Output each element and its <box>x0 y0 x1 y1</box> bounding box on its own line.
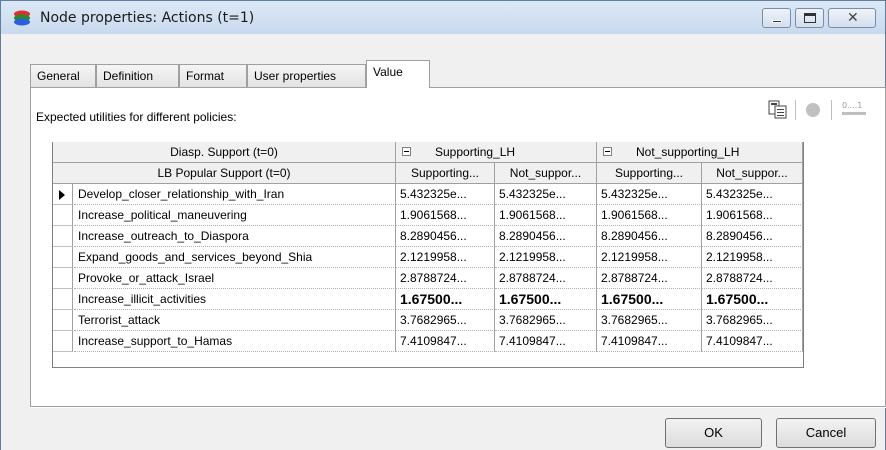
maximize-button[interactable] <box>795 8 824 28</box>
row-label[interactable]: Provoke_or_attack_Israel <box>74 268 396 289</box>
value-cell[interactable]: 5.432325e... <box>495 184 597 205</box>
value-cell[interactable]: 8.2890456... <box>597 226 702 247</box>
number-format-button[interactable]: 0....1 <box>840 98 870 120</box>
window-title: Node properties: Actions (t=1) <box>40 10 255 26</box>
tab-format[interactable]: Format <box>179 64 247 87</box>
row-selector[interactable] <box>53 289 73 310</box>
header-lb-popular-support: LB Popular Support (t=0) <box>53 163 396 184</box>
value-cell[interactable]: 7.4109847... <box>396 331 495 352</box>
header-group[interactable]: Not_supporting_LH <box>597 142 803 163</box>
row-label[interactable]: Develop_closer_relationship_with_Iran <box>74 184 396 205</box>
app-icon <box>13 10 31 26</box>
value-cell[interactable]: 1.9061568... <box>597 205 702 226</box>
tab-user-properties[interactable]: User properties <box>247 64 366 87</box>
collapse-icon[interactable] <box>402 147 411 157</box>
column-header[interactable]: Supporting... <box>597 163 702 184</box>
value-cell[interactable]: 8.2890456... <box>702 226 803 247</box>
row-label[interactable]: Terrorist_attack <box>74 310 396 331</box>
close-icon: ✕ <box>847 10 859 26</box>
footer-separator <box>30 406 886 408</box>
row-label[interactable]: Increase_political_maneuvering <box>74 205 396 226</box>
header-group-label: Not_supporting_LH <box>636 145 740 159</box>
value-cell[interactable]: 1.67500... <box>396 289 495 310</box>
circle-icon <box>806 103 820 117</box>
row-selector[interactable] <box>53 247 73 268</box>
value-cell[interactable]: 1.9061568... <box>495 205 597 226</box>
value-cell[interactable]: 8.2890456... <box>396 226 495 247</box>
value-cell[interactable]: 7.4109847... <box>495 331 597 352</box>
toolbar-separator <box>831 100 832 120</box>
value-cell[interactable]: 8.2890456... <box>495 226 597 247</box>
row-label[interactable]: Increase_outreach_to_Diaspora <box>74 226 396 247</box>
record-button[interactable] <box>802 98 824 120</box>
collapse-icon[interactable] <box>603 147 612 157</box>
header-diasp-support: Diasp. Support (t=0) <box>53 142 396 163</box>
row-selector[interactable] <box>53 310 73 331</box>
value-cell[interactable]: 5.432325e... <box>702 184 803 205</box>
value-cell[interactable]: 1.9061568... <box>702 205 803 226</box>
row-selector[interactable] <box>53 331 73 352</box>
minimize-button[interactable] <box>762 8 791 28</box>
value-cell[interactable]: 2.1219958... <box>396 247 495 268</box>
row-label[interactable]: Increase_illicit_activities <box>74 289 396 310</box>
value-cell[interactable]: 7.4109847... <box>597 331 702 352</box>
column-header[interactable]: Not_suppor... <box>702 163 803 184</box>
number-format-label: 0....1 <box>842 101 862 110</box>
row-selector[interactable] <box>53 184 73 205</box>
column-header[interactable]: Not_suppor... <box>495 163 597 184</box>
panel-heading: Expected utilities for different policie… <box>36 110 237 124</box>
value-cell[interactable]: 5.432325e... <box>396 184 495 205</box>
value-cell[interactable]: 3.7682965... <box>495 310 597 331</box>
title-bar[interactable]: Node properties: Actions (t=1) ✕ <box>1 1 885 35</box>
header-group[interactable]: Supporting_LH <box>396 142 597 163</box>
minimize-icon <box>772 20 782 23</box>
column-header[interactable]: Supporting... <box>396 163 495 184</box>
tab-definition[interactable]: Definition <box>96 64 179 87</box>
cancel-button[interactable]: Cancel <box>776 418 876 448</box>
toolbar-separator <box>795 100 796 120</box>
value-cell[interactable]: 2.8788724... <box>597 268 702 289</box>
value-cell[interactable]: 3.7682965... <box>702 310 803 331</box>
row-label[interactable]: Increase_support_to_Hamas <box>74 331 396 352</box>
value-cell[interactable]: 2.8788724... <box>495 268 597 289</box>
row-selector[interactable] <box>53 226 73 247</box>
value-cell[interactable]: 7.4109847... <box>702 331 803 352</box>
value-cell[interactable]: 2.8788724... <box>702 268 803 289</box>
value-cell[interactable]: 2.1219958... <box>597 247 702 268</box>
maximize-icon <box>804 13 816 23</box>
row-selector[interactable] <box>53 268 73 289</box>
header-group-label: Supporting_LH <box>435 145 516 159</box>
copy-button[interactable] <box>767 98 789 120</box>
row-label[interactable]: Expand_goods_and_services_beyond_Shia <box>74 247 396 268</box>
value-cell[interactable]: 1.67500... <box>702 289 803 310</box>
tab-value[interactable]: Value <box>366 60 430 88</box>
value-cell[interactable]: 2.1219958... <box>495 247 597 268</box>
value-cell[interactable]: 1.67500... <box>597 289 702 310</box>
value-cell[interactable]: 2.8788724... <box>396 268 495 289</box>
value-cell[interactable]: 3.7682965... <box>597 310 702 331</box>
value-cell[interactable]: 3.7682965... <box>396 310 495 331</box>
value-cell[interactable]: 1.67500... <box>495 289 597 310</box>
ok-button[interactable]: OK <box>665 418 762 448</box>
value-cell[interactable]: 5.432325e... <box>597 184 702 205</box>
close-button[interactable]: ✕ <box>828 8 876 28</box>
current-row-arrow-icon <box>59 190 65 200</box>
value-cell[interactable]: 1.9061568... <box>396 205 495 226</box>
copy-icon <box>768 100 787 119</box>
number-format-icon: 0....1 <box>842 101 866 115</box>
row-selector[interactable] <box>53 205 73 226</box>
value-cell[interactable]: 2.1219958... <box>702 247 803 268</box>
tab-general[interactable]: General <box>30 64 96 87</box>
